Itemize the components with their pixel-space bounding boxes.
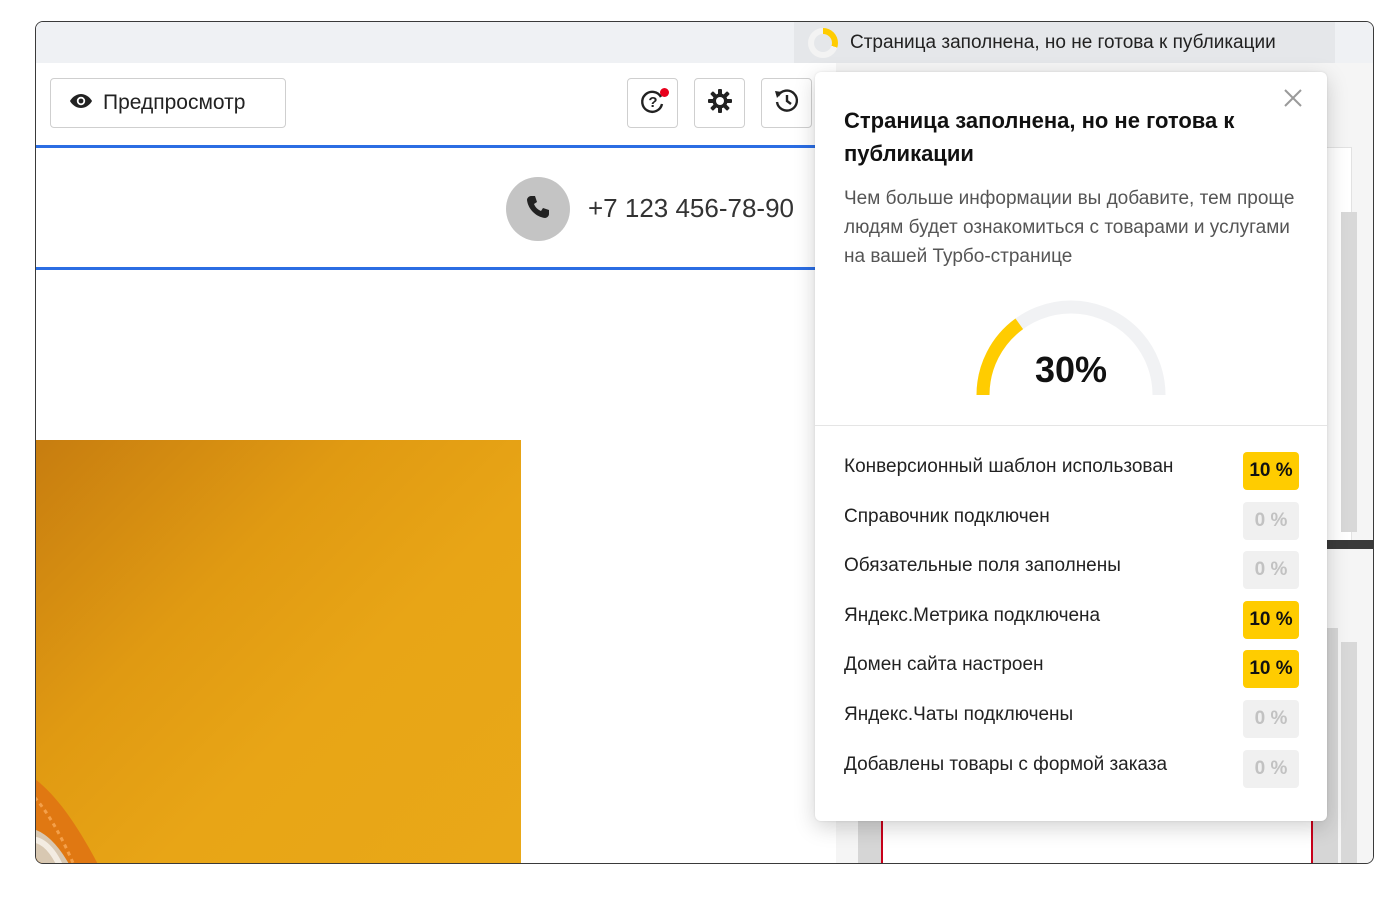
criteria-row: Домен сайта настроен 10 % <box>844 650 1299 700</box>
popup-divider <box>815 425 1327 426</box>
progress-ring-icon <box>808 27 838 58</box>
sneaker-image <box>36 779 98 863</box>
popup-title: Страница заполнена, но не готова к публи… <box>844 108 1235 166</box>
top-status-strip: Страница заполнена, но не готова к публи… <box>36 22 1373 63</box>
criteria-label: Добавлены товары с формой заказа <box>844 753 1168 775</box>
criteria-percent-badge: 10 % <box>1243 650 1299 689</box>
criteria-label: Яндекс.Чаты подключены <box>844 703 1074 725</box>
criteria-list: Конверсионный шаблон использован 10 % Спра… <box>844 452 1299 799</box>
preview-button[interactable]: Предпросмотр <box>50 78 286 128</box>
criteria-label: Обязательные поля заполнены <box>844 555 1121 577</box>
completion-gauge: 30% <box>971 297 1171 407</box>
criteria-row: Добавлены товары с формой заказа 0 % <box>844 749 1299 800</box>
history-button[interactable] <box>761 78 812 128</box>
settings-button[interactable] <box>694 78 745 128</box>
hero-image <box>36 440 521 863</box>
criteria-row: Справочник подключен 0 % <box>844 501 1299 552</box>
criteria-label: Домен сайта настроен <box>844 654 1044 676</box>
publication-status-button[interactable]: Страница заполнена, но не готова к публи… <box>794 22 1335 63</box>
gear-icon <box>707 88 733 119</box>
app-window: Страница заполнена, но не готова к публи… <box>35 21 1374 864</box>
notification-dot <box>660 88 669 97</box>
criteria-percent-badge: 0 % <box>1243 501 1299 540</box>
phone-button[interactable] <box>506 177 570 241</box>
preview-button-label: Предпросмотр <box>103 91 246 114</box>
phone-number: +7 123 456-78-90 <box>588 193 795 223</box>
criteria-row: Обязательные поля заполнены 0 % <box>844 551 1299 601</box>
criteria-label: Справочник подключен <box>844 505 1050 527</box>
criteria-percent-badge: 0 % <box>1243 551 1299 590</box>
header-block-bottom-border <box>36 267 836 270</box>
publication-status-text: Страница заполнена, но не готова к публи… <box>850 31 1276 53</box>
criteria-percent-badge: 10 % <box>1243 600 1299 639</box>
close-icon <box>1284 88 1302 112</box>
publication-status-popup: Страница заполнена, но не готова к публи… <box>815 72 1327 821</box>
criteria-percent-badge: 10 % <box>1243 452 1299 490</box>
close-button[interactable] <box>1281 88 1305 112</box>
criteria-row: Яндекс.Метрика подключена 10 % <box>844 600 1299 651</box>
help-button[interactable]: ? <box>627 78 678 128</box>
criteria-row: Конверсионный шаблон использован 10 % <box>844 452 1299 502</box>
svg-text:?: ? <box>648 94 657 111</box>
side-panel-lower-scrollbar[interactable] <box>1341 642 1357 863</box>
criteria-percent-badge: 0 % <box>1243 749 1299 788</box>
criteria-label: Яндекс.Метрика подключена <box>844 604 1101 626</box>
side-panel-divider <box>1326 540 1373 549</box>
eye-icon <box>69 91 93 115</box>
history-icon <box>773 87 801 120</box>
completion-percent: 30% <box>1034 349 1108 390</box>
header-block-top-border <box>36 145 836 148</box>
phone-icon <box>525 194 551 225</box>
popup-description: Чем больше информации вы добавите, тем п… <box>844 188 1295 267</box>
criteria-row: Яндекс.Чаты подключены 0 % <box>844 699 1299 750</box>
side-panel-scrollbar[interactable] <box>1341 212 1357 532</box>
criteria-percent-badge: 0 % <box>1243 699 1299 738</box>
criteria-label: Конверсионный шаблон использован <box>844 456 1174 477</box>
